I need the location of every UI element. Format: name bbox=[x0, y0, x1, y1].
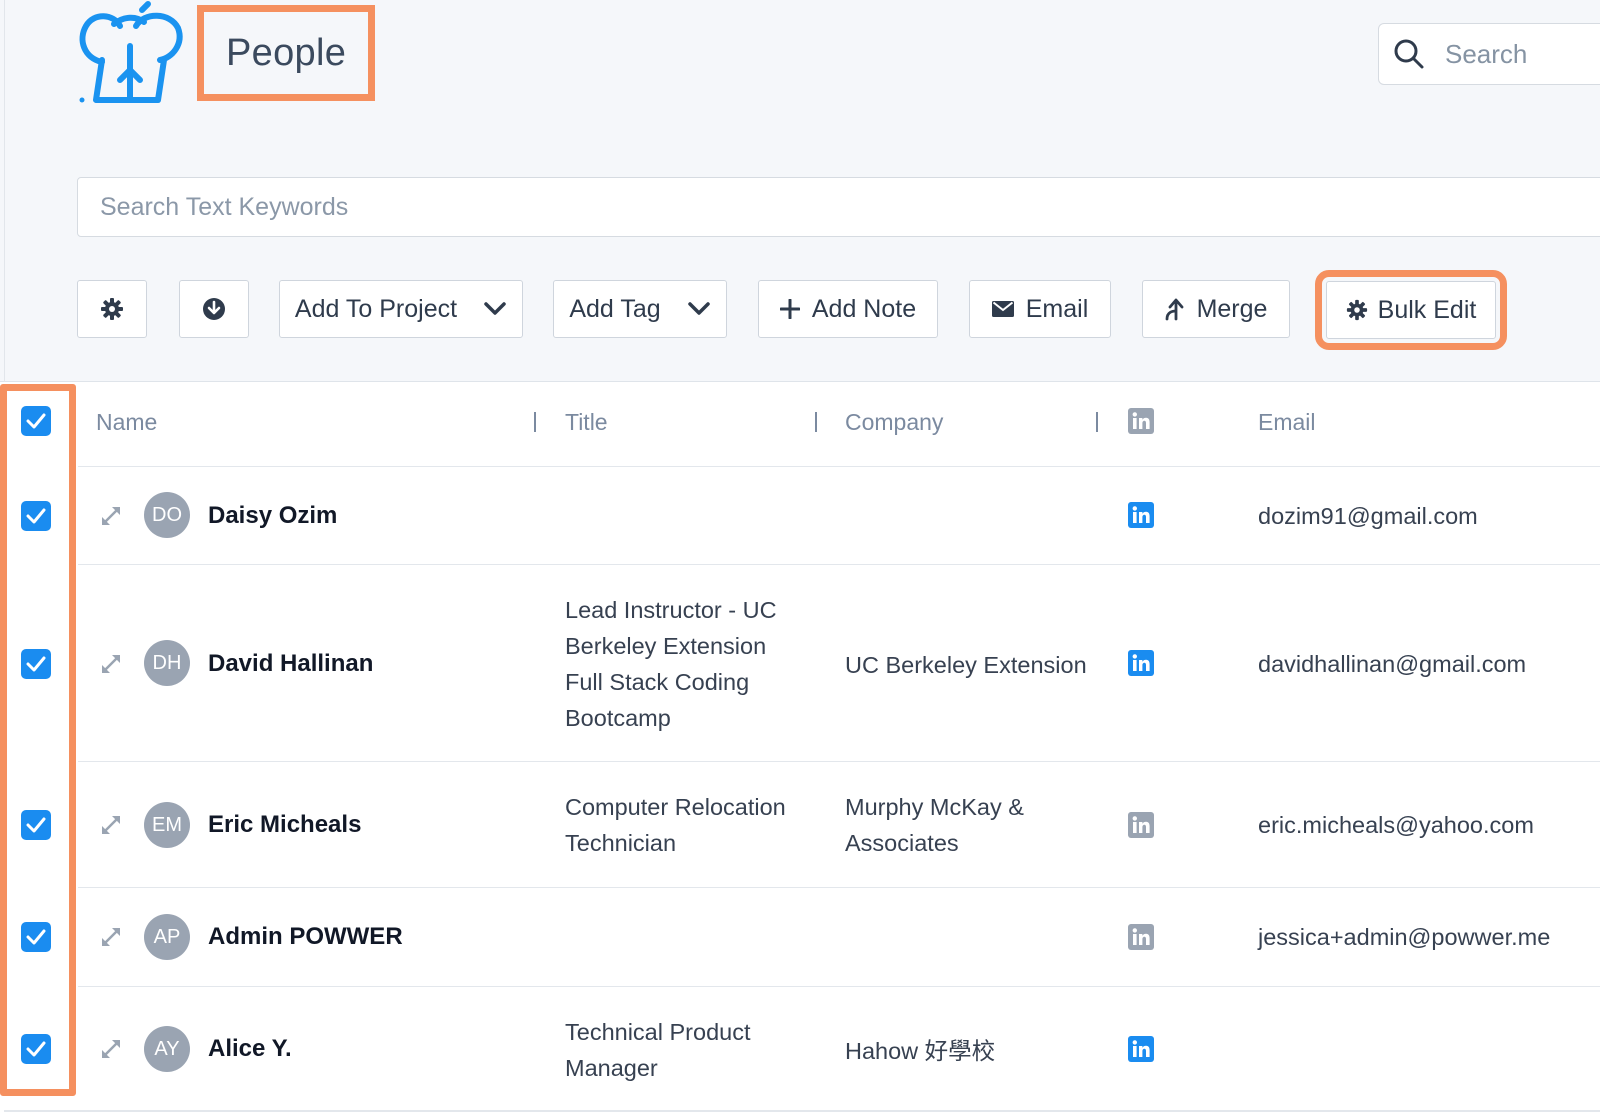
expand-icon[interactable] bbox=[100, 814, 122, 836]
email-label: Email bbox=[1025, 294, 1089, 323]
company-cell: Hahow 好學校 bbox=[845, 1038, 996, 1064]
title-cell: Lead Instructor - UC Berkeley Extension … bbox=[565, 597, 777, 731]
row-checkbox[interactable] bbox=[21, 649, 51, 679]
global-search[interactable] bbox=[1378, 23, 1600, 85]
chevron-down-icon bbox=[484, 302, 506, 315]
bulk-edit-label: Bulk Edit bbox=[1377, 295, 1477, 324]
add-note-label: Add Note bbox=[811, 294, 917, 323]
plus-icon bbox=[779, 299, 800, 319]
avatar: AP bbox=[144, 914, 190, 960]
expand-icon[interactable] bbox=[100, 926, 122, 948]
avatar: AY bbox=[144, 1026, 190, 1072]
gear-icon bbox=[101, 298, 123, 320]
column-resize-handle[interactable] bbox=[815, 412, 817, 432]
person-name[interactable]: Alice Y. bbox=[208, 1035, 292, 1063]
search-icon bbox=[1394, 39, 1424, 69]
expand-icon[interactable] bbox=[100, 1038, 122, 1060]
column-resize-handle[interactable] bbox=[534, 412, 536, 432]
expand-icon[interactable] bbox=[100, 505, 122, 527]
person-name[interactable]: David Hallinan bbox=[208, 650, 373, 678]
gear-icon bbox=[1346, 299, 1367, 321]
email-cell[interactable]: eric.micheals@yahoo.com bbox=[1258, 812, 1534, 839]
keyword-search-box[interactable] bbox=[77, 177, 1600, 237]
add-note-button[interactable]: Add Note bbox=[758, 280, 938, 338]
chevron-down-icon bbox=[687, 302, 710, 315]
avatar: EM bbox=[144, 802, 190, 848]
email-cell[interactable]: jessica+admin@powwer.me bbox=[1258, 924, 1550, 951]
linkedin-icon[interactable] bbox=[1128, 812, 1154, 838]
merge-label: Merge bbox=[1196, 294, 1268, 323]
merge-button[interactable]: Merge bbox=[1142, 280, 1290, 338]
checkmark-icon bbox=[26, 1041, 46, 1057]
row-divider bbox=[78, 887, 1600, 888]
page-title: People bbox=[196, 5, 376, 101]
column-header-title[interactable]: Title bbox=[565, 400, 608, 444]
company-cell: Murphy McKay & Associates bbox=[845, 794, 1024, 856]
row-checkbox[interactable] bbox=[21, 922, 51, 952]
keyword-search-input[interactable] bbox=[98, 191, 998, 223]
row-checkbox[interactable] bbox=[21, 810, 51, 840]
row-divider bbox=[78, 564, 1600, 565]
envelope-icon bbox=[991, 301, 1014, 317]
row-checkbox[interactable] bbox=[21, 1034, 51, 1064]
checkmark-icon bbox=[26, 656, 46, 672]
add-to-project-label: Add To Project bbox=[294, 294, 458, 323]
expand-icon[interactable] bbox=[100, 653, 122, 675]
checkmark-icon bbox=[26, 929, 46, 945]
column-header-company[interactable]: Company bbox=[845, 400, 943, 444]
linkedin-icon[interactable] bbox=[1128, 650, 1154, 676]
column-header-email[interactable]: Email bbox=[1258, 400, 1316, 444]
row-divider bbox=[78, 466, 1600, 467]
linkedin-icon[interactable] bbox=[1128, 1036, 1154, 1062]
table-bottom-border bbox=[4, 1110, 1600, 1112]
person-name[interactable]: Admin POWWER bbox=[208, 923, 403, 951]
select-all-checkbox[interactable] bbox=[21, 406, 51, 436]
left-divider bbox=[4, 0, 5, 382]
column-resize-handle[interactable] bbox=[1096, 412, 1098, 432]
row-divider bbox=[78, 761, 1600, 762]
avatar: DH bbox=[144, 640, 190, 686]
checkbox-column-highlight bbox=[0, 384, 76, 1096]
company-cell: UC Berkeley Extension bbox=[845, 652, 1087, 678]
download-icon bbox=[203, 298, 225, 320]
title-cell: Technical Product Manager bbox=[565, 1019, 751, 1081]
title-cell: Computer Relocation Technician bbox=[565, 794, 786, 856]
checkmark-icon bbox=[26, 413, 46, 429]
checkmark-icon bbox=[26, 817, 46, 833]
email-button[interactable]: Email bbox=[969, 280, 1111, 338]
app-logo[interactable] bbox=[74, 0, 186, 110]
download-button[interactable] bbox=[179, 280, 249, 338]
bulk-edit-button[interactable]: Bulk Edit bbox=[1315, 270, 1507, 350]
add-tag-dropdown[interactable]: Add Tag bbox=[553, 280, 727, 338]
row-checkbox[interactable] bbox=[21, 501, 51, 531]
column-header-name[interactable]: Name bbox=[96, 400, 157, 444]
add-to-project-dropdown[interactable]: Add To Project bbox=[279, 280, 523, 338]
email-cell[interactable]: dozim91@gmail.com bbox=[1258, 503, 1478, 530]
linkedin-icon bbox=[1128, 408, 1154, 434]
global-search-input[interactable] bbox=[1443, 37, 1600, 71]
checkmark-icon bbox=[26, 508, 46, 524]
linkedin-icon[interactable] bbox=[1128, 924, 1154, 950]
add-tag-label: Add Tag bbox=[569, 294, 661, 323]
person-name[interactable]: Daisy Ozim bbox=[208, 502, 337, 530]
avatar: DO bbox=[144, 492, 190, 538]
person-name[interactable]: Eric Micheals bbox=[208, 811, 361, 839]
merge-icon bbox=[1165, 298, 1183, 321]
settings-button[interactable] bbox=[77, 280, 147, 338]
row-divider bbox=[78, 986, 1600, 987]
email-cell[interactable]: davidhallinan@gmail.com bbox=[1258, 651, 1526, 678]
linkedin-icon[interactable] bbox=[1128, 502, 1154, 528]
